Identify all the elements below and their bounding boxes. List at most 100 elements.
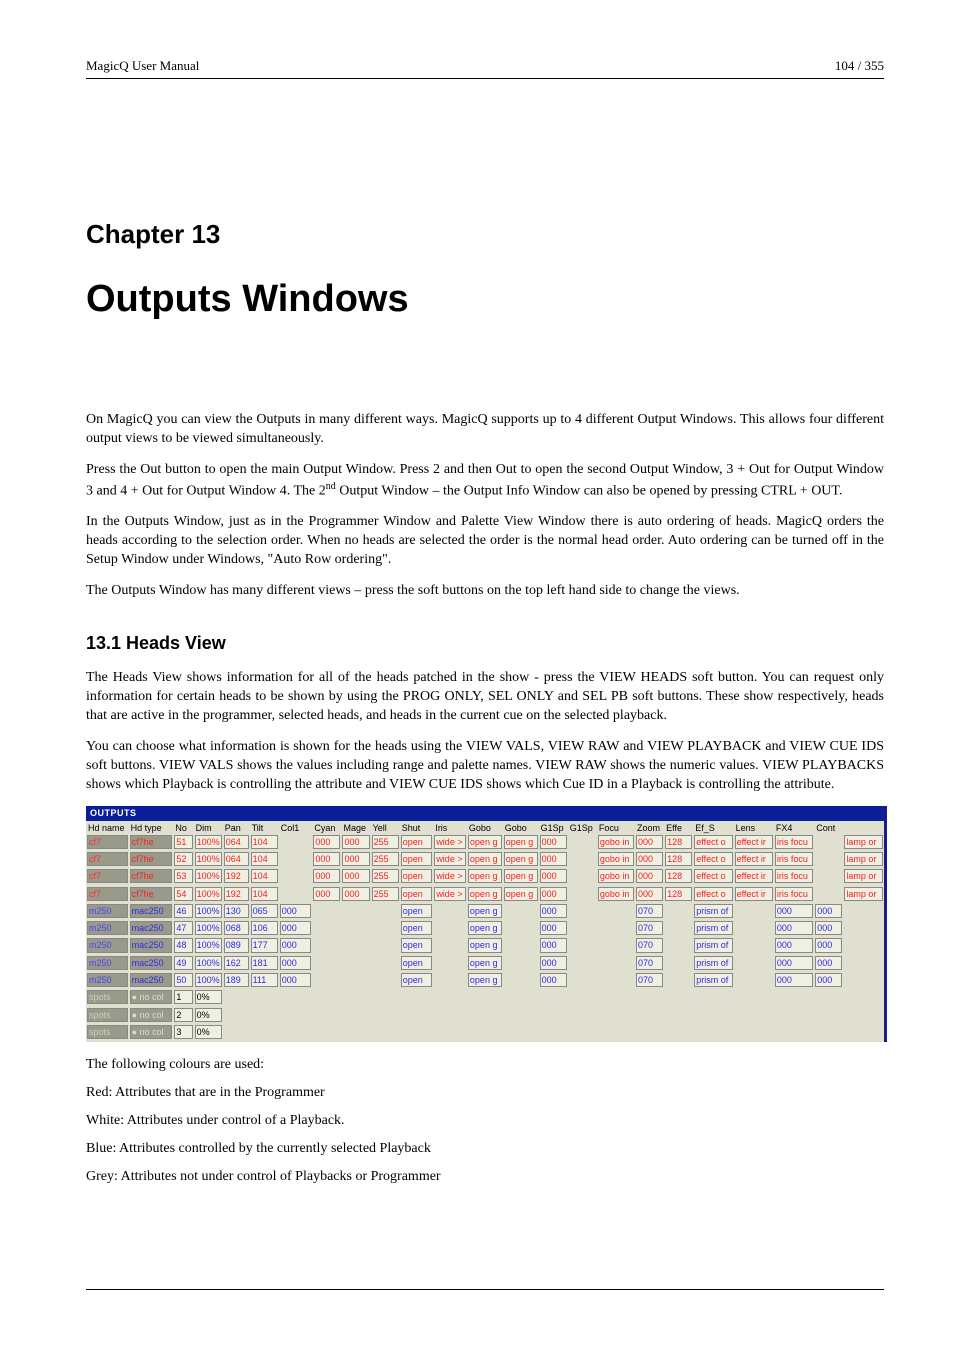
table-cell: 000 <box>539 938 568 955</box>
table-cell <box>433 990 467 1007</box>
table-cell: iris focu <box>774 869 814 886</box>
table-row[interactable]: spots● no col20% <box>86 1008 884 1025</box>
table-cell: 000 <box>774 904 814 921</box>
table-cell: wide > <box>433 852 467 869</box>
table-cell <box>814 852 843 869</box>
table-cell: 192 <box>223 869 250 886</box>
table-cell <box>568 956 597 973</box>
table-cell: iris focu <box>774 835 814 852</box>
table-cell: 000 <box>279 956 313 973</box>
table-row[interactable]: cf7cf7he53100%192104000000255openwide >o… <box>86 869 884 886</box>
outputs-screenshot: OUTPUTS Hd nameHd typeNoDimPanTiltCol1Cy… <box>86 806 887 1042</box>
table-row[interactable]: spots● no col10% <box>86 990 884 1007</box>
table-cell <box>312 1025 341 1042</box>
table-cell: 000 <box>312 887 341 904</box>
outputs-table: Hd nameHd typeNoDimPanTiltCol1CyanMageYe… <box>86 821 884 1043</box>
table-cell: 189 <box>223 973 250 990</box>
table-cell: open <box>400 835 434 852</box>
table-cell: lamp or <box>843 852 884 869</box>
table-cell: 51 <box>173 835 193 852</box>
colour-grey: Grey: Attributes not under control of Pl… <box>86 1168 884 1187</box>
header-right: 104 / 355 <box>835 58 884 74</box>
table-cell: lamp or <box>843 869 884 886</box>
table-cell: 000 <box>539 852 568 869</box>
table-cell <box>400 990 434 1007</box>
table-cell <box>635 1025 664 1042</box>
table-cell <box>597 973 635 990</box>
table-cell: 000 <box>635 852 664 869</box>
table-cell: iris focu <box>774 887 814 904</box>
column-header: Gobo <box>503 821 539 835</box>
table-cell: 181 <box>250 956 279 973</box>
table-row[interactable]: m250mac25049100%162181000openopen g00007… <box>86 956 884 973</box>
table-row[interactable]: m250mac25047100%068106000openopen g00007… <box>86 921 884 938</box>
table-cell <box>664 956 693 973</box>
table-cell <box>371 921 400 938</box>
table-row[interactable]: spots● no col30% <box>86 1025 884 1042</box>
table-cell: 104 <box>250 835 279 852</box>
table-row[interactable]: cf7cf7he51100%064104000000255openwide >o… <box>86 835 884 852</box>
table-cell: 000 <box>774 938 814 955</box>
column-header: Zoom <box>635 821 664 835</box>
table-cell: gobo in <box>597 835 635 852</box>
table-cell: m250 <box>86 904 129 921</box>
table-cell: 46 <box>173 904 193 921</box>
table-cell <box>693 1008 733 1025</box>
table-cell <box>371 956 400 973</box>
table-row[interactable]: m250mac25048100%089177000openopen g00007… <box>86 938 884 955</box>
table-cell <box>568 938 597 955</box>
table-cell <box>774 1008 814 1025</box>
table-cell: 068 <box>223 921 250 938</box>
table-row[interactable]: m250mac25050100%189111000openopen g00007… <box>86 973 884 990</box>
table-cell <box>734 1008 774 1025</box>
table-cell: 255 <box>371 835 400 852</box>
table-cell: open <box>400 904 434 921</box>
table-cell: 000 <box>312 869 341 886</box>
table-cell: wide > <box>433 835 467 852</box>
table-row[interactable]: m250mac25046100%130065000openopen g00007… <box>86 904 884 921</box>
table-cell: open <box>400 869 434 886</box>
paragraph-4: The Outputs Window has many different vi… <box>86 582 884 601</box>
table-row[interactable]: cf7cf7he54100%192104000000255openwide >o… <box>86 887 884 904</box>
table-cell <box>664 921 693 938</box>
table-cell: 000 <box>539 887 568 904</box>
colour-list: The following colours are used: Red: Att… <box>86 1056 884 1186</box>
table-cell: effect o <box>693 887 733 904</box>
table-cell <box>467 1008 503 1025</box>
table-cell: cf7 <box>86 835 129 852</box>
table-cell: effect o <box>693 852 733 869</box>
table-cell <box>664 973 693 990</box>
table-cell <box>433 973 467 990</box>
table-cell <box>433 1025 467 1042</box>
table-cell: effect ir <box>734 887 774 904</box>
table-cell <box>467 990 503 1007</box>
table-cell: open <box>400 973 434 990</box>
table-cell <box>371 1008 400 1025</box>
table-cell: prism of <box>693 938 733 955</box>
section-p1: The Heads View shows information for all… <box>86 669 884 726</box>
table-cell: 070 <box>635 921 664 938</box>
table-cell: 000 <box>814 956 843 973</box>
table-cell: open g <box>503 835 539 852</box>
table-cell: 065 <box>250 904 279 921</box>
table-cell <box>400 1025 434 1042</box>
table-cell <box>312 990 341 1007</box>
table-cell: 104 <box>250 869 279 886</box>
table-row[interactable]: cf7cf7he52100%064104000000255openwide >o… <box>86 852 884 869</box>
table-cell: 000 <box>814 973 843 990</box>
table-cell: gobo in <box>597 852 635 869</box>
column-header: Lens <box>734 821 774 835</box>
table-cell: 53 <box>173 869 193 886</box>
table-cell: 064 <box>223 835 250 852</box>
table-cell <box>539 1008 568 1025</box>
table-cell: cf7 <box>86 887 129 904</box>
table-cell <box>814 835 843 852</box>
table-cell: 070 <box>635 973 664 990</box>
table-cell: 089 <box>223 938 250 955</box>
table-cell: 192 <box>223 887 250 904</box>
table-cell: wide > <box>433 869 467 886</box>
table-cell <box>568 921 597 938</box>
table-cell: 100% <box>194 904 223 921</box>
table-cell: 47 <box>173 921 193 938</box>
section-p2: You can choose what information is shown… <box>86 738 884 795</box>
